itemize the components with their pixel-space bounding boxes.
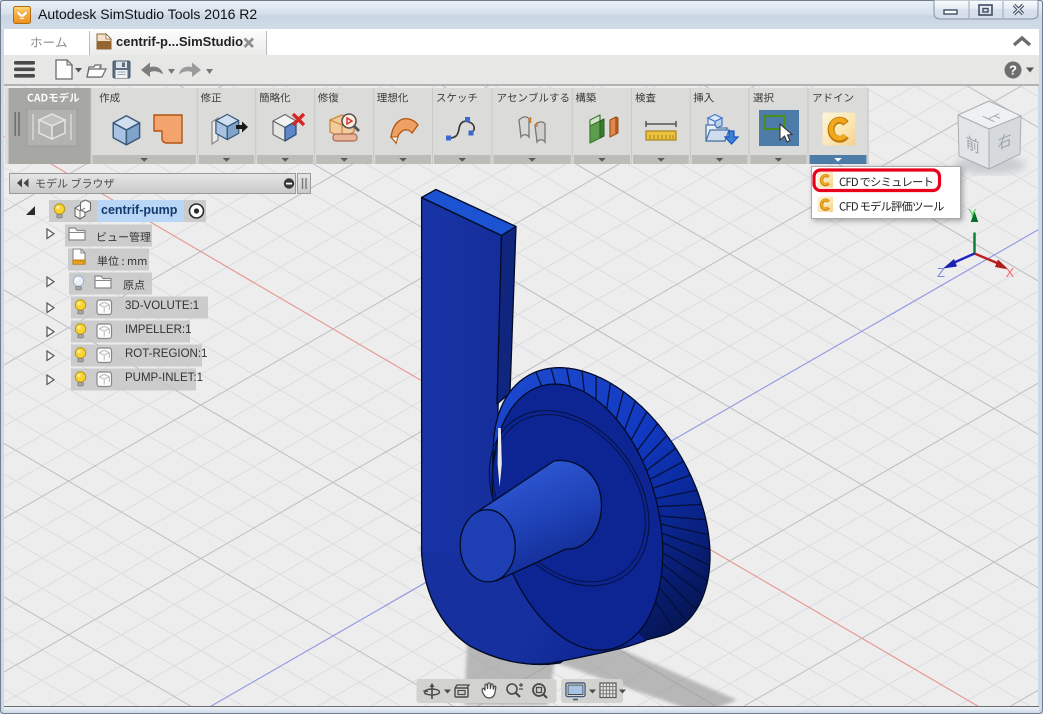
- svg-text:?: ?: [1009, 63, 1017, 78]
- svg-text:Z: Z: [937, 265, 945, 280]
- svg-text:X: X: [1006, 265, 1015, 280]
- svg-text:Y: Y: [968, 206, 977, 221]
